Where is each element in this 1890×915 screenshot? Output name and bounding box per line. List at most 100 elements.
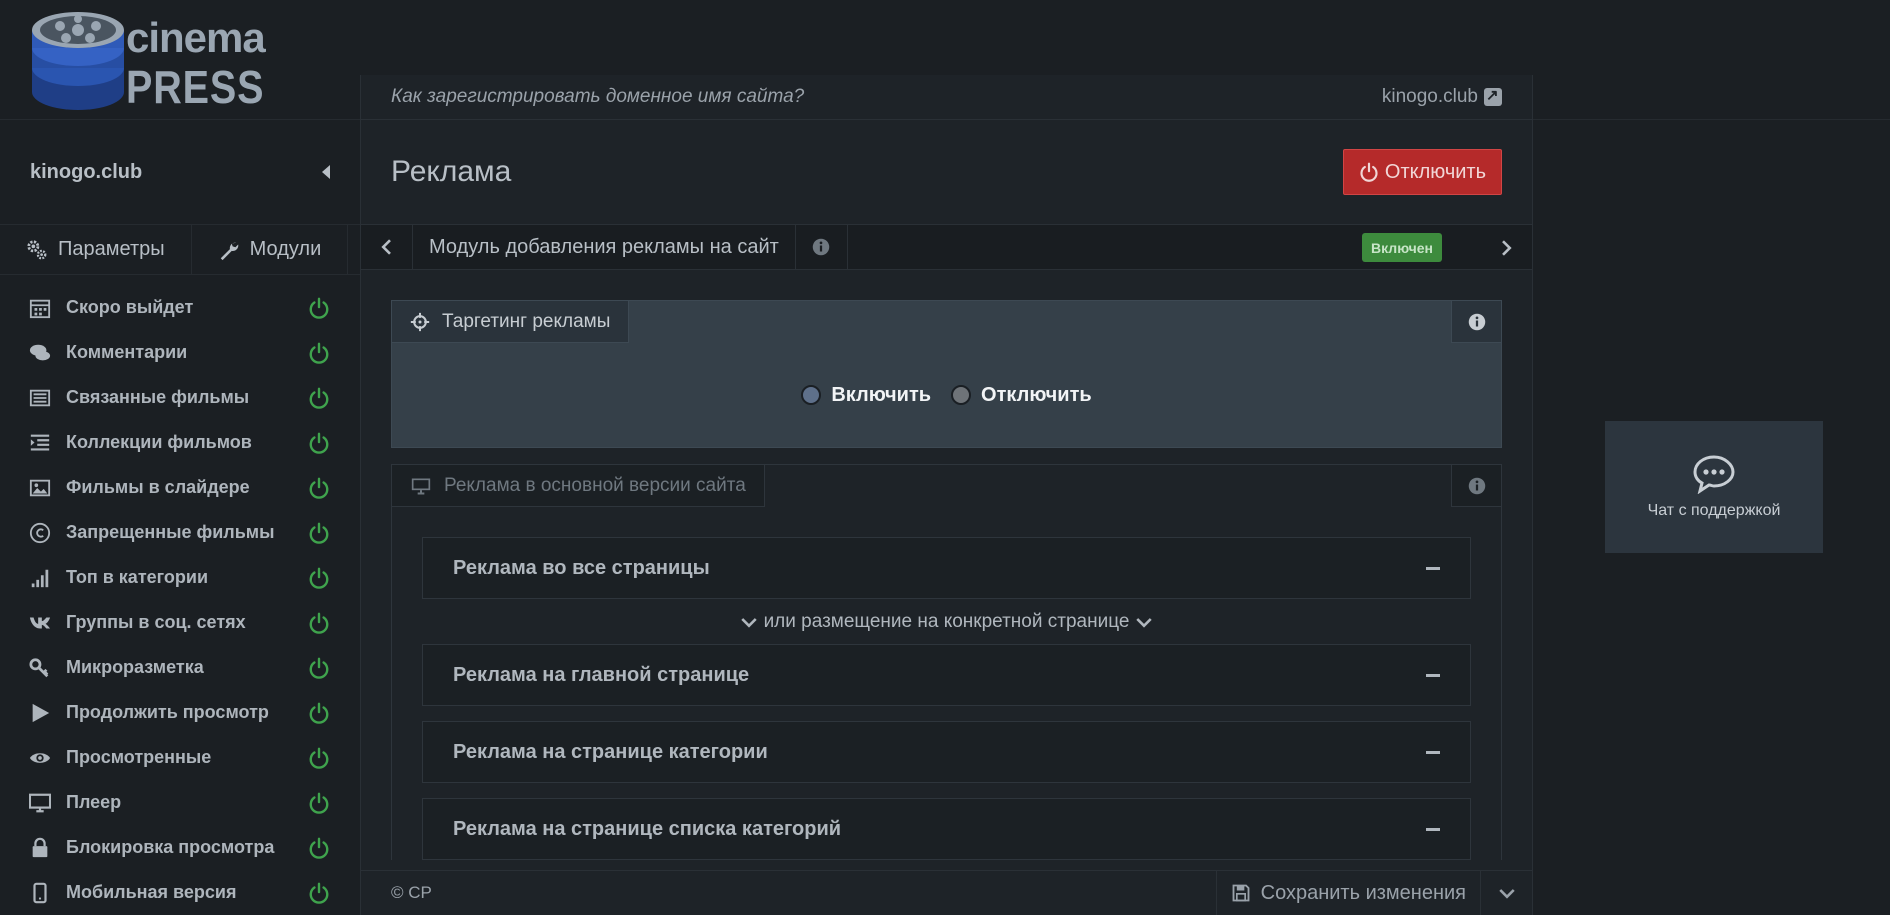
sidebar-item-label: Коллекции фильмов [66,432,252,452]
prev-module-button[interactable] [361,225,413,269]
sidebar-item-label: Просмотренные [66,747,212,767]
monitor-icon [411,478,431,494]
chat-bubble-icon [1693,455,1735,494]
power-icon[interactable] [308,387,330,409]
sidebar-item-label: Продолжить просмотр [66,702,269,722]
section-title: Реклама на главной странице [453,663,750,686]
power-icon[interactable] [308,702,330,724]
next-module-button[interactable] [1480,225,1532,270]
support-chat-widget[interactable]: Чат с поддержкой [1605,421,1823,553]
sidebar-item-banned-films[interactable]: Запрещенные фильмы [0,510,360,555]
power-icon[interactable] [308,837,330,859]
power-icon[interactable] [308,297,330,319]
power-icon[interactable] [308,657,330,679]
disable-button[interactable]: Отключить [1342,149,1502,195]
power-icon[interactable] [308,567,330,589]
power-icon[interactable] [308,342,330,364]
save-changes-button[interactable]: Сохранить изменения [1215,870,1480,915]
ads-main-tab[interactable]: Реклама в основной версии сайта [392,465,765,507]
site-selector[interactable]: kinogo.club [0,120,360,225]
chevron-down-icon [1498,889,1515,899]
status-badge: Включен [1362,233,1442,262]
content-area: Таргетинг рекламы Включить Отключить Рек… [361,270,1532,860]
power-icon [1360,162,1378,182]
calendar-icon [29,299,51,318]
site-link-label: kinogo.club [1381,86,1478,107]
radio-enable-dot[interactable] [801,385,822,405]
modules-menu: Скоро выйдет Комментарии Связанные фильм… [0,275,360,915]
power-icon[interactable] [308,432,330,454]
collapse-icon[interactable] [1426,750,1440,754]
ads-panel-header: Реклама в основной версии сайта [392,465,1501,507]
tab-parameters[interactable]: Параметры [0,225,192,274]
info-icon [1468,477,1485,494]
sidebar-item-top-in-category[interactable]: Топ в категории [0,555,360,600]
sidebar-item-comments[interactable]: Комментарии [0,330,360,375]
sidebar-item-player[interactable]: Плеер [0,780,360,825]
footer-bar: © CP Сохранить изменения [361,870,1532,915]
play-icon [32,703,50,722]
collapse-icon[interactable] [1426,827,1440,831]
targeting-tab[interactable]: Таргетинг рекламы [392,301,630,343]
comments-icon [29,344,51,360]
sidebar-item-label: Скоро выйдет [66,297,194,317]
ads-category-page-section[interactable]: Реклама на странице категории [422,721,1471,783]
collapse-icon[interactable] [1426,673,1440,677]
help-bar: Как зарегистрировать доменное имя сайта?… [361,75,1532,120]
crosshair-icon [410,312,430,331]
ads-panel-body: Реклама во все страницы или размещение н… [392,507,1501,860]
sidebar-item-mobile-version[interactable]: Мобильная версия [0,870,360,915]
power-icon[interactable] [308,882,330,904]
external-link-icon [1484,86,1502,106]
power-icon[interactable] [308,792,330,814]
caret-left-icon[interactable] [322,165,330,179]
site-link[interactable]: kinogo.club [1382,86,1502,108]
sidebar-item-slider-films[interactable]: Фильмы в слайдере [0,465,360,510]
placement-divider-text: или размещение на конкретной странице [763,611,1130,632]
help-link[interactable]: Как зарегистрировать доменное имя сайта? [391,86,804,108]
targeting-options: Включить Отключить [392,343,1501,447]
footer-toggle-button[interactable] [1480,870,1532,915]
sidebar-item-coming-soon[interactable]: Скоро выйдет [0,285,360,330]
picture-icon [29,479,51,496]
chevron-down-icon [1136,618,1153,628]
targeting-info-button[interactable] [1451,301,1501,343]
logo-text-cinema: cinema [126,14,266,61]
ads-all-pages-section[interactable]: Реклама во все страницы [422,537,1471,599]
sidebar-item-microdata[interactable]: Микроразметка [0,645,360,690]
power-icon[interactable] [308,612,330,634]
info-icon [813,238,830,256]
sidebar-item-continue-watching[interactable]: Продолжить просмотр [0,690,360,735]
disable-button-label: Отключить [1384,160,1486,183]
sidebar-item-label: Топ в категории [66,567,209,587]
power-icon[interactable] [308,747,330,769]
sidebar-item-related-films[interactable]: Связанные фильмы [0,375,360,420]
ads-main-tab-label: Реклама в основной версии сайта [444,474,746,496]
page-title: Реклама [391,155,512,188]
radio-disable-dot[interactable] [951,385,972,405]
sidebar-item-label: Фильмы в слайдере [66,477,250,497]
sidebar-item-collections[interactable]: Коллекции фильмов [0,420,360,465]
sidebar-item-watched[interactable]: Просмотренные [0,735,360,780]
ads-home-page-section[interactable]: Реклама на главной странице [422,644,1471,706]
targeting-tab-label: Таргетинг рекламы [442,310,611,332]
tab-modules[interactable]: Модули [192,225,349,274]
sidebar-item-label: Блокировка просмотра [66,837,275,857]
footer-actions: Сохранить изменения [1215,870,1532,915]
radio-enable[interactable]: Включить [801,384,931,407]
monitor-icon [29,793,51,812]
ads-info-button[interactable] [1451,465,1501,507]
power-icon[interactable] [308,522,330,544]
collapse-icon[interactable] [1426,566,1440,570]
logo[interactable]: cinema PRESS [30,8,266,113]
sidebar-item-label: Запрещенные фильмы [66,522,275,542]
module-info-button[interactable] [796,225,848,269]
sidebar-item-social-groups[interactable]: Группы в соц. сетях [0,600,360,645]
page-header: Реклама Отключить [361,120,1532,225]
radio-disable[interactable]: Отключить [951,384,1092,407]
eye-icon [29,752,51,763]
sidebar-item-view-lock[interactable]: Блокировка просмотра [0,825,360,870]
ads-categories-list-section[interactable]: Реклама на странице списка категорий [422,798,1471,860]
power-icon[interactable] [308,477,330,499]
placement-divider: или размещение на конкретной странице [422,610,1471,634]
